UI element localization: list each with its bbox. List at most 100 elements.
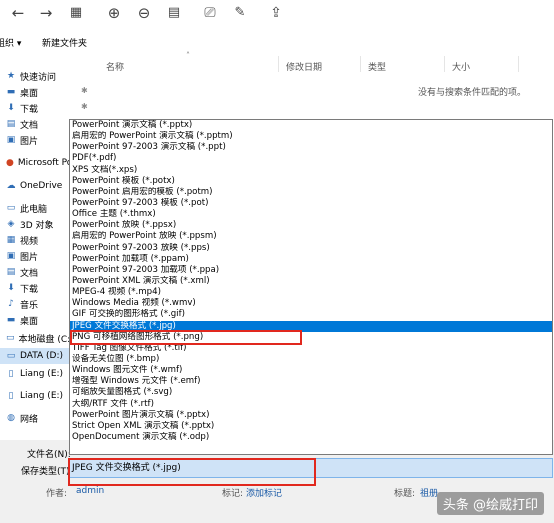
- fit-page-icon[interactable]: ▤: [164, 3, 184, 23]
- nav-item[interactable]: ●Microsoft Pov: [0, 155, 70, 171]
- nav-item-icon: ▤: [6, 267, 16, 277]
- nav-item-icon: ▭: [6, 333, 15, 343]
- dropdown-option[interactable]: XPS 文档(*.xps): [70, 165, 552, 176]
- author-label: 作者:: [46, 489, 68, 499]
- command-bar: 组织 ▾ 新建文件夹: [0, 28, 554, 54]
- nav-item-icon: ▯: [8, 391, 14, 401]
- dropdown-option[interactable]: Strict Open XML 演示文稿 (*.pptx): [70, 421, 552, 432]
- nav-item[interactable]: ▭ 此电脑: [0, 200, 70, 216]
- pin-icon: ✱: [81, 102, 88, 111]
- dropdown-option[interactable]: 启用宏的 PowerPoint 放映 (*.ppsm): [70, 231, 552, 242]
- nav-item-label: 桌面: [20, 316, 39, 327]
- nav-item-icon: ▤: [6, 119, 16, 129]
- column-header-modified[interactable]: 修改日期: [286, 60, 322, 73]
- dropdown-option[interactable]: PowerPoint 模板 (*.potx): [70, 176, 552, 187]
- nav-item-icon: ●: [6, 158, 14, 168]
- highlight-box: [70, 330, 302, 345]
- dropdown-option[interactable]: PowerPoint 97-2003 模板 (*.pot): [70, 198, 552, 209]
- dropdown-option[interactable]: 增强型 Windows 元文件 (*.emf): [70, 376, 552, 387]
- dropdown-option[interactable]: PowerPoint 加载项 (*.ppam): [70, 254, 552, 265]
- grid-view-icon[interactable]: ▦: [66, 3, 86, 23]
- dropdown-option[interactable]: PowerPoint 97-2003 加载项 (*.ppa): [70, 265, 552, 276]
- dropdown-option[interactable]: Windows Media 视频 (*.wmv): [70, 298, 552, 309]
- dropdown-option[interactable]: PowerPoint 放映 (*.ppsx): [70, 220, 552, 231]
- dropdown-option[interactable]: PDF(*.pdf): [70, 153, 552, 164]
- nav-item[interactable]: ▬ 桌面: [0, 312, 70, 328]
- nav-item-label: 音乐: [20, 300, 39, 311]
- column-header-size[interactable]: 大小: [452, 60, 470, 73]
- filename-label: 文件名(N):: [27, 450, 71, 460]
- title-value[interactable]: 祖册: [420, 486, 438, 499]
- nav-item-icon: ▣: [6, 251, 16, 261]
- dropdown-option[interactable]: 设备无关位图 (*.bmp): [70, 354, 552, 365]
- dropdown-option[interactable]: MPEG-4 视频 (*.mp4): [70, 287, 552, 298]
- upload-icon[interactable]: ⇪: [266, 3, 286, 23]
- dropdown-option[interactable]: Windows 图元文件 (*.wmf): [70, 365, 552, 376]
- dropdown-option[interactable]: GIF 可交换的图形格式 (*.gif): [70, 309, 552, 320]
- author-value[interactable]: admin: [76, 486, 104, 496]
- nav-item[interactable]: ▣ 图片: [0, 132, 70, 148]
- nav-item[interactable]: ▬ 桌面: [0, 84, 70, 100]
- nav-item[interactable]: ♪ 音乐: [0, 296, 70, 312]
- tags-label: 标记:: [222, 489, 244, 499]
- new-folder-button[interactable]: 新建文件夹: [42, 36, 87, 49]
- nav-item[interactable]: ◈ 3D 对象: [0, 216, 70, 232]
- nav-item[interactable]: ▭ DATA (D:): [0, 348, 70, 364]
- nav-item-label: DATA (D:): [20, 351, 64, 361]
- nav-item[interactable]: ▦ 视频: [0, 232, 70, 248]
- nav-item[interactable]: ▯ Liang (E:): [0, 366, 70, 382]
- nav-item-icon: ▬: [6, 87, 16, 97]
- nav-item-icon: ▭: [6, 351, 16, 361]
- dropdown-option[interactable]: PowerPoint 97-2003 演示文稿 (*.ppt): [70, 142, 552, 153]
- nav-item-label: 图片: [20, 136, 39, 147]
- back-arrow-icon[interactable]: ←: [8, 3, 28, 23]
- column-header-type[interactable]: 类型: [368, 60, 386, 73]
- dropdown-option[interactable]: 可缩放矢量图格式 (*.svg): [70, 387, 552, 398]
- dropdown-option[interactable]: 大纲/RTF 文件 (*.rtf): [70, 399, 552, 410]
- nav-item-icon: ♪: [8, 299, 14, 309]
- dropdown-option[interactable]: Office 主题 (*.thmx): [70, 209, 552, 220]
- nav-item[interactable]: ▯ Liang (E:): [0, 388, 70, 404]
- nav-item-icon: ◈: [7, 219, 15, 229]
- nav-item[interactable]: ⬇ 下载: [0, 280, 70, 296]
- nav-item-icon: ▭: [6, 203, 16, 213]
- dropdown-option[interactable]: PowerPoint XML 演示文稿 (*.xml): [70, 276, 552, 287]
- nav-item-icon: ☁: [6, 181, 16, 191]
- nav-item-label: 快速访问: [20, 72, 57, 83]
- dropdown-option[interactable]: 启用宏的 PowerPoint 演示文稿 (*.pptm): [70, 131, 552, 142]
- nav-item-label: Microsoft Pov: [17, 158, 70, 168]
- nav-item[interactable]: ☁ OneDrive: [0, 178, 70, 194]
- nav-item[interactable]: ★ 快速访问: [0, 68, 70, 84]
- nav-item-label: 网络: [20, 414, 39, 425]
- nav-item-label: 图片: [20, 252, 39, 263]
- nav-item[interactable]: ◍ 网络: [0, 410, 70, 426]
- zoom-out-icon[interactable]: ⊖: [134, 3, 154, 23]
- dropdown-option[interactable]: PowerPoint 97-2003 放映 (*.pps): [70, 243, 552, 254]
- zoom-in-icon[interactable]: ⊕: [104, 3, 124, 23]
- sort-caret-icon: ˄: [186, 51, 190, 60]
- highlight-box: [68, 458, 316, 486]
- empty-message: 没有与搜索条件匹配的项。: [418, 88, 527, 98]
- tags-value[interactable]: 添加标记: [246, 486, 282, 499]
- pin-icon: ✱: [81, 86, 88, 95]
- dropdown-option[interactable]: PowerPoint 图片演示文稿 (*.pptx): [70, 410, 552, 421]
- nav-item[interactable]: ⬇ 下载: [0, 100, 70, 116]
- dropdown-option[interactable]: OpenDocument 演示文稿 (*.odp): [70, 432, 552, 443]
- nav-item-label: 下载: [20, 284, 39, 295]
- title-label: 标题:: [394, 489, 416, 499]
- nav-item-label: 文档: [20, 268, 39, 279]
- column-header-name[interactable]: 名称: [106, 60, 124, 73]
- nav-item[interactable]: ▤ 文档: [0, 264, 70, 280]
- nav-item-label: 此电脑: [20, 204, 48, 215]
- edit-icon[interactable]: ✎: [230, 3, 250, 23]
- rotate-icon[interactable]: ⎚: [200, 3, 220, 23]
- forward-arrow-icon[interactable]: →: [36, 3, 56, 23]
- nav-item[interactable]: ▭ 本地磁盘 (C:): [0, 330, 70, 346]
- nav-item[interactable]: ▤ 文档: [0, 116, 70, 132]
- dropdown-option[interactable]: PowerPoint 演示文稿 (*.pptx): [70, 120, 552, 131]
- organize-button[interactable]: 组织 ▾: [0, 36, 21, 49]
- dropdown-option[interactable]: PowerPoint 启用宏的模板 (*.potm): [70, 187, 552, 198]
- nav-item[interactable]: ▣ 图片: [0, 248, 70, 264]
- savetype-dropdown-list: PowerPoint 演示文稿 (*.pptx) 启用宏的 PowerPoint …: [69, 119, 553, 455]
- nav-item-label: 本地磁盘 (C:): [18, 334, 70, 345]
